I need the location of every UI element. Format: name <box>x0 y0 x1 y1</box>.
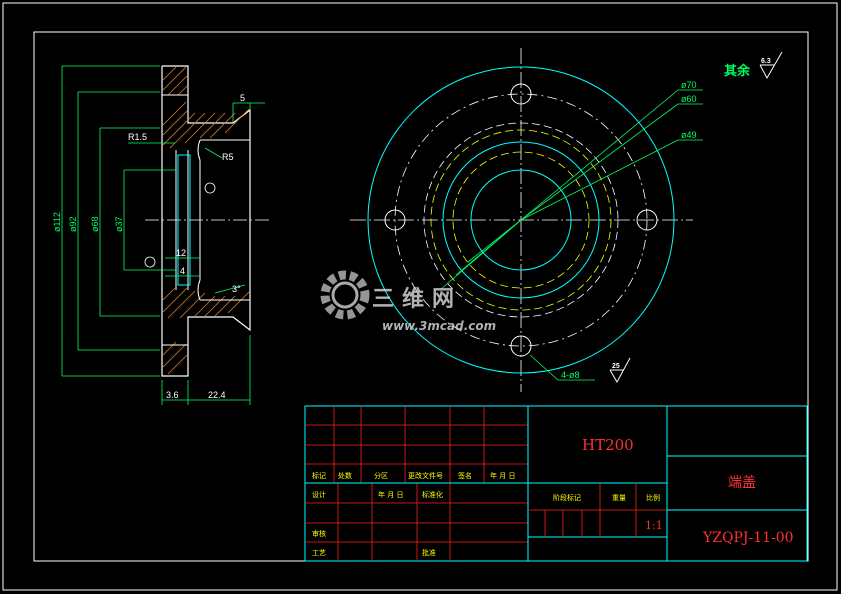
dim-v36: 3.6 <box>166 390 179 400</box>
dim-five: 5 <box>240 93 245 103</box>
watermark-brand: 三维网 <box>372 286 462 312</box>
roughness-other-label: 其余 <box>724 63 751 79</box>
watermark-url: www.3mcad.com <box>382 319 496 333</box>
tb-process: 工艺 <box>312 549 326 557</box>
dim-d37: ø37 <box>114 216 124 232</box>
roughness-other: 其余 6.3 <box>724 51 783 80</box>
dim-r5: R5 <box>222 152 234 162</box>
dim-v224: 22.4 <box>208 390 226 400</box>
watermark: 三维网 www.3mcad.com <box>320 270 496 333</box>
dim-p49: ø49 <box>681 130 697 140</box>
dim-d68: ø68 <box>90 216 100 232</box>
section-view: ø112 ø92 ø68 ø37 R1.5 R5 5 12 4 3° 3.6 2… <box>52 65 272 405</box>
tb-weight: 重量 <box>612 494 626 502</box>
tb-label-zone: 分区 <box>374 471 388 480</box>
tb-scale: 1:1 <box>645 519 663 532</box>
tb-label-mark: 标记 <box>312 471 326 480</box>
tb-approve: 批准 <box>422 548 436 557</box>
tb-standardize: 标准化 <box>422 490 443 499</box>
dim-holes: 4-ø8 <box>561 370 580 380</box>
dim-p60: ø60 <box>681 94 697 104</box>
tb-design: 设计 <box>312 490 326 499</box>
roughness-surface-value: 25 <box>612 363 620 370</box>
roughness-other-value: 6.3 <box>761 58 771 65</box>
tb-review: 审核 <box>312 529 326 538</box>
dim-twelve: 12 <box>176 248 186 258</box>
tb-label-date: 年 月 日 <box>490 471 515 480</box>
tb-stage-mark: 阶段标记 <box>553 493 581 502</box>
dim-angle3: 3° <box>232 284 241 294</box>
tb-design-date: 年 月 日 <box>378 490 403 499</box>
tb-label-change-doc: 更改文件号 <box>408 471 443 480</box>
dim-four: 4 <box>180 266 185 276</box>
tb-material: HT200 <box>582 436 634 454</box>
tb-label-sign: 签名 <box>458 471 472 480</box>
dim-p70: ø70 <box>681 80 697 90</box>
cad-drawing: ø112 ø92 ø68 ø37 R1.5 R5 5 12 4 3° 3.6 2… <box>2 2 838 591</box>
dim-d92: ø92 <box>68 216 78 232</box>
tb-ratio: 比例 <box>646 493 660 502</box>
front-view: ø70 ø60 ø49 4-ø8 <box>350 48 703 392</box>
dim-d112: ø112 <box>52 212 62 232</box>
tb-label-count: 处数 <box>338 471 352 480</box>
tb-part-name: 端盖 <box>728 475 756 491</box>
gear-logo-icon <box>320 270 370 320</box>
title-block: 标记 处数 分区 更改文件号 签名 年 月 日 设计 年 月 日 标准化 审核 … <box>304 405 808 562</box>
tb-drawing-number: YZQPJ-11-00 <box>702 530 794 546</box>
dim-r15: R1.5 <box>128 132 147 142</box>
roughness-surface: 25 <box>609 357 631 384</box>
